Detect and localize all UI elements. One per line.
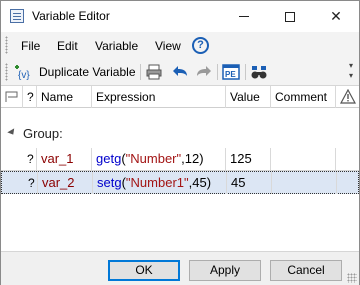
warning-icon (339, 88, 357, 104)
menu-bar: File Edit Variable View ? (1, 32, 359, 58)
variable-name[interactable]: var_2 (38, 172, 93, 194)
toolbar: {v} Duplicate Variable PE ▾ ▾ (1, 58, 359, 86)
table-row[interactable]: ? var_1 getg("Number",12) 125 (1, 148, 359, 171)
maximize-icon (285, 11, 295, 22)
row-flag: ? (23, 148, 37, 170)
column-header-expression[interactable]: Expression (92, 86, 226, 108)
column-header-value[interactable]: Value (226, 86, 271, 108)
title-bar: Variable Editor ✕ (1, 1, 359, 32)
variable-comment[interactable] (271, 148, 336, 170)
menu-variable[interactable]: Variable (95, 39, 138, 53)
close-icon: ✕ (330, 8, 342, 24)
svg-text:PE: PE (225, 70, 236, 79)
variables-table: ? Name Expression Value Comment Group: ?… (1, 86, 359, 249)
group-expand-icon[interactable] (7, 128, 17, 137)
apply-button[interactable]: Apply (189, 260, 261, 281)
expression-close-paren: ) (199, 151, 204, 166)
expression-string: "Number1" (125, 175, 189, 190)
menu-file[interactable]: File (21, 39, 40, 53)
close-button[interactable]: ✕ (313, 1, 359, 32)
expression-close-paren: ) (206, 175, 212, 190)
toolbar-separator (140, 64, 141, 80)
undo-icon[interactable] (172, 63, 190, 81)
toolbar-separator (217, 64, 218, 80)
variable-comment[interactable] (272, 172, 337, 194)
column-header-question[interactable]: ? (23, 86, 37, 108)
duplicate-variable-button[interactable]: Duplicate Variable (39, 65, 136, 79)
help-icon[interactable]: ? (192, 37, 209, 54)
toolbar-separator (245, 64, 246, 80)
variable-expression[interactable]: setg("Number1",45) (93, 172, 227, 194)
table-header: ? Name Expression Value Comment (1, 86, 359, 108)
variable-expression[interactable]: getg("Number",12) (92, 148, 226, 170)
print-icon[interactable] (145, 63, 163, 81)
variable-name[interactable]: var_1 (37, 148, 92, 170)
dialog-footer: OK Apply Cancel (1, 251, 359, 285)
maximize-button[interactable] (267, 1, 313, 32)
expression-number: 45 (192, 175, 207, 190)
toolbar-overflow-icon[interactable]: ▾ ▾ (346, 61, 356, 83)
redo-icon[interactable] (194, 63, 212, 81)
toolbar-grip-icon[interactable] (5, 63, 8, 81)
variable-value: 45 (227, 172, 272, 194)
expression-number: 12 (184, 151, 200, 166)
flag-column-icon (5, 91, 18, 102)
group-row[interactable]: Group: (1, 122, 359, 144)
minimize-button[interactable] (221, 1, 267, 32)
group-label: Group: (23, 126, 63, 141)
row-flag: ? (24, 172, 38, 194)
resize-grip-icon[interactable] (347, 273, 357, 283)
menu-view[interactable]: View (155, 39, 181, 53)
window-title: Variable Editor (32, 9, 110, 23)
expression-string: "Number" (125, 151, 182, 166)
app-icon (10, 9, 24, 23)
expression-function: getg (96, 151, 122, 166)
menubar-grip-icon[interactable] (5, 36, 8, 54)
ok-button[interactable]: OK (108, 260, 180, 281)
variable-value: 125 (226, 148, 271, 170)
column-header-name[interactable]: Name (37, 86, 92, 108)
properties-icon[interactable]: PE (222, 63, 240, 81)
column-header-comment[interactable]: Comment (271, 86, 336, 108)
duplicate-variable-icon[interactable]: {v} (14, 63, 34, 81)
cancel-button[interactable]: Cancel (270, 260, 342, 281)
variable-editor-window: Variable Editor ✕ File Edit Variable Vie… (0, 0, 360, 285)
expression-function: setg (97, 175, 122, 190)
column-header-warning[interactable] (336, 86, 359, 108)
table-row-selected[interactable]: ? var_2 setg("Number1",45) 45 (1, 171, 359, 194)
column-header-flag[interactable] (1, 86, 23, 108)
svg-text:{v}: {v} (18, 70, 30, 81)
menu-edit[interactable]: Edit (57, 39, 78, 53)
minimize-icon (239, 16, 249, 17)
find-icon[interactable] (250, 63, 268, 81)
